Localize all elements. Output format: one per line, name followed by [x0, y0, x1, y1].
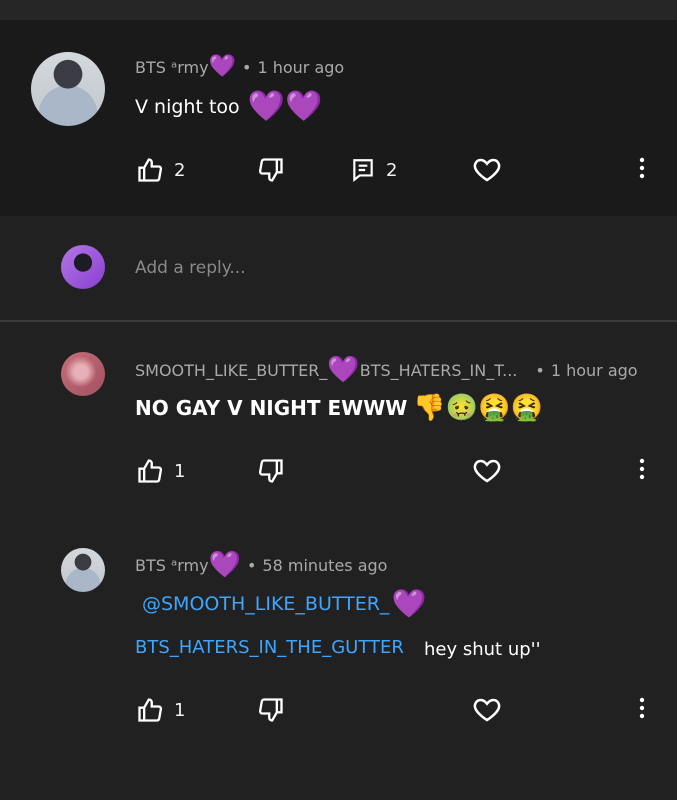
reply-count: 2: [386, 159, 398, 181]
mention-link-continued[interactable]: BTS_HATERS_IN_THE_GUTTER: [135, 637, 404, 658]
separator-dot: •: [242, 57, 252, 77]
comment-icon: [350, 157, 376, 183]
more-vertical-icon: [639, 457, 645, 485]
timestamp: 58 minutes ago: [262, 555, 388, 575]
reply-meta: SMOOTH_LIKE_BUTTER_ 💜 BTS_HATERS_IN_T...…: [135, 357, 638, 383]
like-button[interactable]: 2: [136, 150, 185, 190]
add-reply-input[interactable]: Add a reply...: [135, 258, 246, 278]
heart-icon: [472, 695, 502, 725]
like-button[interactable]: 1: [136, 451, 185, 491]
avatar[interactable]: [31, 52, 105, 126]
dislike-button[interactable]: [257, 451, 285, 491]
reply-actions: 1: [0, 451, 677, 491]
reaction-emojis: 👎🤢🤮🤮: [413, 393, 543, 423]
reply-text: NO GAY V NIGHT EWWW 👎🤢🤮🤮: [135, 393, 543, 423]
reply-meta: BTS ᵃrmy 💜 • 58 minutes ago: [135, 552, 387, 578]
reply-actions: 1: [0, 690, 677, 730]
heart-button[interactable]: [472, 690, 502, 730]
like-count: 2: [174, 159, 186, 181]
more-vertical-icon: [639, 156, 645, 184]
avatar[interactable]: [61, 352, 105, 396]
heart-icon: [472, 155, 502, 185]
like-count: 1: [174, 460, 186, 482]
thumbs-up-icon: [136, 457, 164, 485]
author-name[interactable]: SMOOTH_LIKE_BUTTER_: [135, 361, 327, 380]
reply-text-content: NO GAY V NIGHT EWWW: [135, 396, 408, 420]
purple-heart-emoji: 💜: [327, 355, 360, 385]
separator-dot: •: [535, 360, 545, 380]
avatar[interactable]: [61, 548, 105, 592]
like-button[interactable]: 1: [136, 690, 185, 730]
purple-heart-emoji: 💜💜: [247, 89, 323, 124]
thumbs-down-icon: [257, 457, 285, 485]
comment-meta: BTS ᵃrmy 💜 • 1 hour ago: [135, 56, 344, 78]
timestamp: 1 hour ago: [550, 360, 638, 380]
separator-dot: •: [246, 555, 257, 575]
thumbs-down-icon: [257, 696, 285, 724]
like-count: 1: [174, 699, 186, 721]
comment-text: V night too 💜💜: [135, 92, 322, 122]
mention-line: @SMOOTH_LIKE_BUTTER_ 💜: [142, 590, 426, 618]
author-name[interactable]: BTS ᵃrmy: [135, 556, 209, 575]
heart-icon: [472, 456, 502, 486]
thumbs-up-icon: [136, 156, 164, 184]
dislike-button[interactable]: [257, 690, 285, 730]
purple-heart-emoji: 💜: [208, 54, 237, 79]
comment-text-content: V night too: [135, 96, 240, 118]
author-name[interactable]: BTS ᵃrmy: [135, 58, 209, 77]
comment-actions: 2 2: [0, 150, 677, 190]
more-options-button[interactable]: [630, 451, 654, 491]
more-vertical-icon: [639, 696, 645, 724]
heart-button[interactable]: [472, 451, 502, 491]
user-avatar: [61, 245, 105, 289]
purple-heart-emoji: 💜: [391, 587, 427, 620]
thumbs-up-icon: [136, 696, 164, 724]
more-options-button[interactable]: [630, 150, 654, 190]
reply-button[interactable]: 2: [350, 150, 397, 190]
timestamp: 1 hour ago: [257, 57, 345, 77]
dislike-button[interactable]: [257, 150, 285, 190]
heart-button[interactable]: [472, 150, 502, 190]
divider: [0, 320, 677, 322]
more-options-button[interactable]: [630, 690, 654, 730]
reply-text-content: hey shut up'': [424, 639, 541, 660]
mention-link[interactable]: @SMOOTH_LIKE_BUTTER_: [142, 593, 389, 615]
author-name-continued[interactable]: BTS_HATERS_IN_T...: [360, 361, 518, 380]
thumbs-down-icon: [257, 156, 285, 184]
purple-heart-emoji: 💜: [208, 550, 241, 580]
top-bar: [0, 0, 677, 20]
